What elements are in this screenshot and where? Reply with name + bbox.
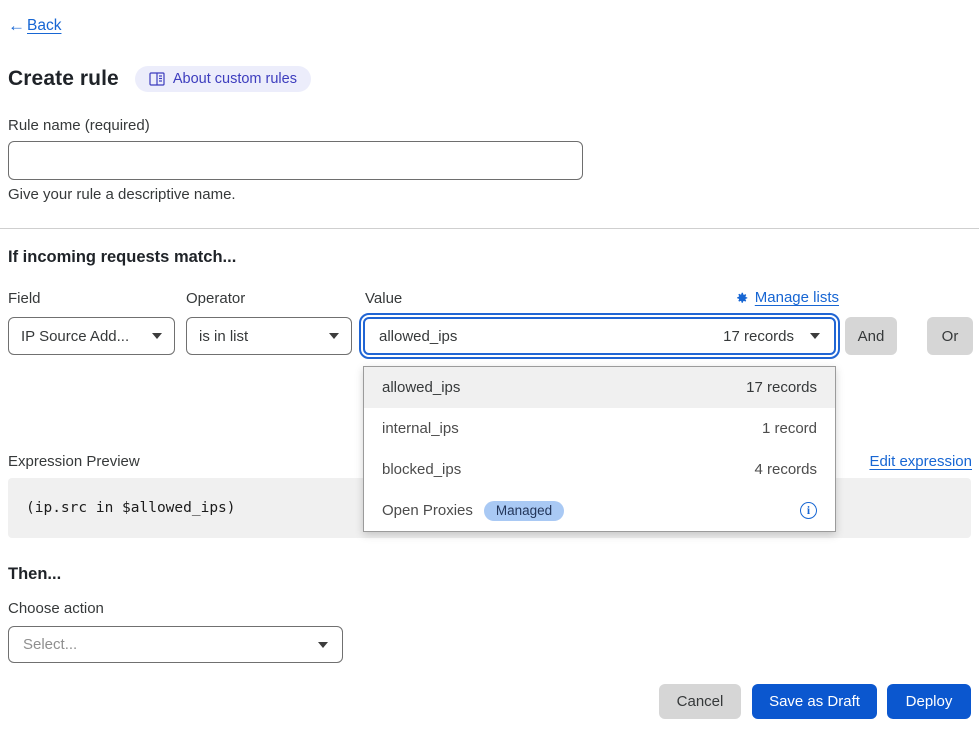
choose-action-label: Choose action [8, 600, 104, 617]
value-select-records-count: 17 records [723, 328, 794, 345]
chevron-down-icon [318, 642, 328, 648]
back-link-label: Back [27, 17, 61, 35]
page-title: Create rule [8, 67, 119, 91]
list-name: allowed_ips [382, 379, 460, 396]
title-row: Create rule About custom rules [8, 66, 311, 92]
list-records-count: 1 record [762, 420, 817, 437]
match-section-heading: If incoming requests match... [8, 248, 236, 267]
cancel-button[interactable]: Cancel [659, 684, 741, 719]
section-divider [0, 228, 979, 229]
about-custom-rules-label: About custom rules [173, 71, 297, 87]
save-as-draft-button[interactable]: Save as Draft [752, 684, 877, 719]
action-select-placeholder: Select... [23, 636, 77, 653]
edit-expression-link[interactable]: Edit expression [869, 453, 972, 470]
chevron-down-icon [152, 333, 162, 339]
field-select-value: IP Source Add... [21, 328, 129, 345]
value-select[interactable]: allowed_ips 17 records [363, 317, 836, 355]
then-section-heading: Then... [8, 565, 61, 584]
action-select[interactable]: Select... [8, 626, 343, 663]
value-column-label: Value [365, 290, 402, 307]
list-records-count: 4 records [754, 461, 817, 478]
rule-name-label: Rule name (required) [8, 117, 150, 134]
expression-code: (ip.src in $allowed_ips) [26, 500, 236, 516]
gear-icon [735, 291, 749, 305]
book-icon [149, 72, 165, 86]
list-name: Open Proxies [382, 502, 473, 519]
list-name: internal_ips [382, 420, 459, 437]
about-custom-rules-link[interactable]: About custom rules [135, 66, 311, 92]
back-arrow-icon: ← [8, 16, 25, 36]
and-button[interactable]: And [845, 317, 897, 355]
back-link[interactable]: ← Back [8, 16, 61, 36]
field-column-label: Field [8, 290, 41, 307]
chevron-down-icon [810, 333, 820, 339]
manage-lists-label: Manage lists [755, 289, 839, 306]
create-rule-page: ← Back Create rule About custom rules Ru… [0, 0, 979, 739]
managed-badge: Managed [484, 501, 564, 521]
info-icon[interactable]: i [800, 502, 817, 519]
manage-lists-link[interactable]: Manage lists [735, 289, 839, 306]
field-select[interactable]: IP Source Add... [8, 317, 175, 355]
rule-name-input[interactable] [8, 141, 583, 180]
operator-column-label: Operator [186, 290, 245, 307]
operator-select[interactable]: is in list [186, 317, 352, 355]
expression-preview-label: Expression Preview [8, 453, 140, 470]
deploy-button[interactable]: Deploy [887, 684, 971, 719]
list-name: blocked_ips [382, 461, 461, 478]
or-button[interactable]: Or [927, 317, 973, 355]
rule-name-helper-text: Give your rule a descriptive name. [8, 186, 236, 203]
chevron-down-icon [329, 333, 339, 339]
dropdown-option-open-proxies[interactable]: Open Proxies Managed i [364, 490, 835, 531]
dropdown-option-allowed-ips[interactable]: allowed_ips 17 records [364, 367, 835, 408]
operator-select-value: is in list [199, 328, 248, 345]
list-records-count: 17 records [746, 379, 817, 396]
dropdown-option-blocked-ips[interactable]: blocked_ips 4 records [364, 449, 835, 490]
dropdown-option-internal-ips[interactable]: internal_ips 1 record [364, 408, 835, 449]
value-select-value: allowed_ips [379, 328, 457, 345]
value-dropdown-menu: allowed_ips 17 records internal_ips 1 re… [363, 366, 836, 532]
